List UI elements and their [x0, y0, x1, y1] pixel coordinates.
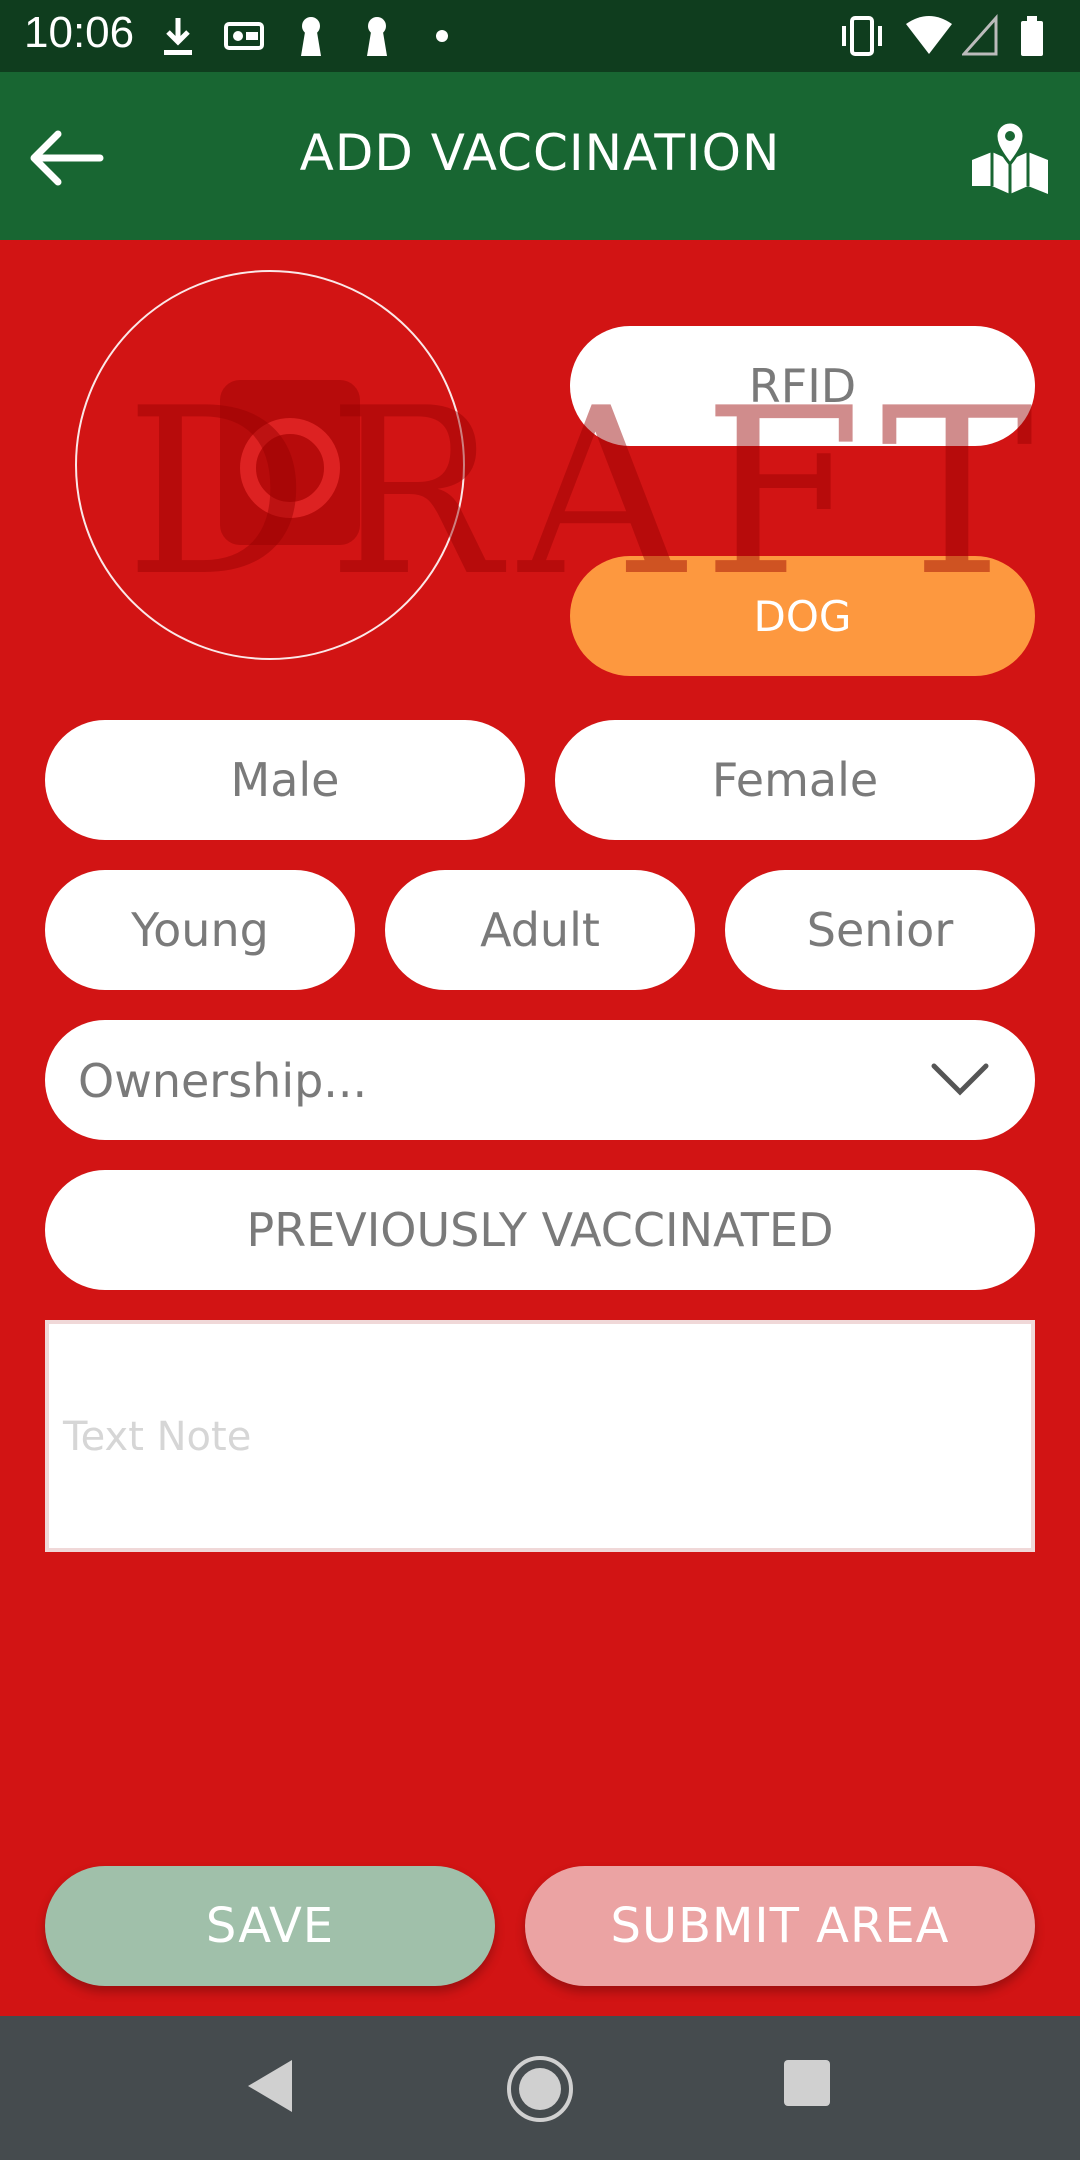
map-pin-icon[interactable]: [968, 116, 1052, 200]
nav-recents-icon[interactable]: [782, 2058, 832, 2108]
camera-icon: [220, 380, 360, 545]
wifi-icon: [906, 16, 952, 54]
species-button[interactable]: DOG: [570, 556, 1035, 676]
text-note-placeholder: Text Note: [63, 1414, 252, 1460]
ownership-placeholder: Ownership...: [78, 1054, 368, 1108]
age-option-young[interactable]: Young: [45, 870, 355, 990]
keyhole-icon: [301, 17, 321, 56]
status-bar: 10:06: [0, 0, 1080, 72]
signal-icon: [962, 14, 998, 56]
download-icon: [164, 18, 192, 55]
age-option-senior[interactable]: Senior: [725, 870, 1035, 990]
nav-back-icon[interactable]: [244, 2056, 296, 2116]
page-title: ADD VACCINATION: [299, 124, 781, 182]
submit-area-button[interactable]: SUBMIT AREA: [525, 1866, 1035, 1986]
dot-icon: [436, 30, 448, 42]
sex-option-female[interactable]: Female: [555, 720, 1035, 840]
rfid-button[interactable]: RFID: [570, 326, 1035, 446]
ownership-dropdown[interactable]: Ownership...: [45, 1020, 1035, 1140]
vpn-icon: [224, 22, 264, 50]
keyhole-icon: [367, 17, 387, 56]
age-option-adult[interactable]: Adult: [385, 870, 695, 990]
battery-icon: [1021, 16, 1043, 56]
status-time: 10:06: [24, 8, 135, 57]
arrow-left-icon[interactable]: [24, 116, 108, 200]
sex-option-male[interactable]: Male: [45, 720, 525, 840]
text-note-field[interactable]: Text Note: [45, 1320, 1035, 1552]
chevron-down-icon: [931, 1063, 989, 1096]
previously-vaccinated-button[interactable]: PREVIOUSLY VACCINATED: [45, 1170, 1035, 1290]
vibrate-icon: [842, 16, 882, 56]
nav-home-icon[interactable]: [505, 2054, 575, 2124]
system-nav-bar: [0, 2016, 1080, 2160]
save-button[interactable]: SAVE: [45, 1866, 495, 1986]
app-bar: ADD VACCINATION: [0, 72, 1080, 240]
